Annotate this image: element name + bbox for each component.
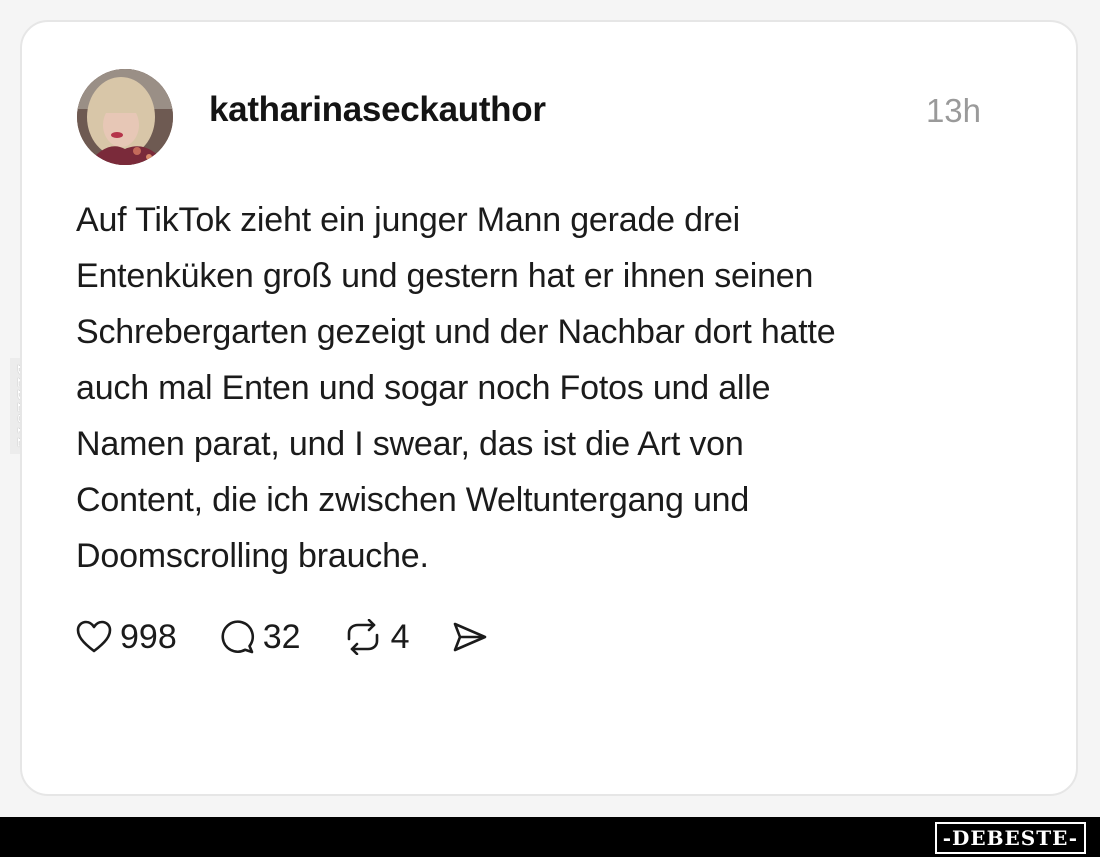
username[interactable]: katharinaseckauthor (209, 90, 546, 130)
send-icon (454, 622, 487, 652)
post-actions: 998 32 4 (76, 612, 531, 662)
like-count: 998 (120, 617, 177, 656)
repost-count: 4 (390, 617, 410, 656)
share-button[interactable] (451, 620, 489, 654)
bottom-bar: -DEBESTE- (0, 817, 1100, 857)
avatar[interactable] (77, 69, 173, 165)
comment-button[interactable]: 32 (219, 618, 301, 657)
avatar-image (77, 69, 173, 165)
like-button[interactable]: 998 (76, 618, 177, 657)
page: DEBESTE katharinaseckauthor 13h Auf TikT… (0, 0, 1100, 857)
post-card: katharinaseckauthor 13h Auf TikTok zieht… (20, 20, 1078, 796)
speech-bubble-icon (221, 620, 254, 654)
timestamp: 13h (925, 92, 981, 129)
debeste-logo: -DEBESTE- (934, 822, 1086, 854)
repost-button[interactable]: 4 (343, 617, 410, 657)
comment-count: 32 (262, 617, 301, 656)
post-text: Auf TikTok zieht ein junger Mann gerade … (76, 201, 836, 575)
repost-arrows-icon (347, 619, 378, 655)
heart-icon (76, 620, 112, 653)
